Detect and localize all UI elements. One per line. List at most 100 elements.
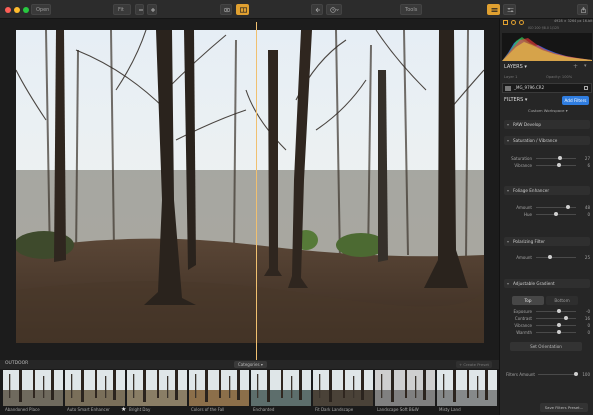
gradient-slider-track[interactable] xyxy=(536,318,576,319)
gradient-slider-track[interactable] xyxy=(536,311,576,312)
gradient-slider-value[interactable]: -0 xyxy=(576,308,590,315)
gradient-slider-label: Contrast xyxy=(514,316,532,321)
set-orientation-button[interactable]: Set Orientation xyxy=(510,342,582,351)
foliage-amount-track[interactable] xyxy=(536,207,576,208)
preset-thumbnail[interactable] xyxy=(313,370,373,406)
preset-thumbnail[interactable] xyxy=(65,370,125,406)
minimize-window-button[interactable] xyxy=(14,7,20,13)
preset-thumbnail[interactable] xyxy=(127,370,187,406)
preset-thumbnail[interactable] xyxy=(3,370,63,406)
foliage-hue-slider[interactable]: Hue 0 xyxy=(504,211,590,218)
filmstrip-header: OUTDOOR Categories ▾ + Create Preset xyxy=(0,360,499,369)
zoom-window-button[interactable] xyxy=(23,7,29,13)
zoom-label: Fit xyxy=(118,7,124,13)
layer-row[interactable]: _MG_9796.CR2 xyxy=(502,83,592,93)
filters-amount-track[interactable] xyxy=(538,374,576,375)
favorite-star-icon[interactable]: ★ xyxy=(121,406,126,413)
preset-label: Abandoned Place xyxy=(5,407,40,412)
vibrance-track[interactable] xyxy=(536,165,576,166)
polarizing-amount-value[interactable]: 25 xyxy=(576,254,590,261)
layers-panel-toggle[interactable] xyxy=(487,4,500,15)
undo-button[interactable] xyxy=(311,4,323,15)
preset-thumbnail[interactable] xyxy=(251,370,311,406)
filter-foliage-enhancer[interactable]: Foliage Enhancer xyxy=(504,186,590,195)
gradient-slider[interactable]: Exposure -0 xyxy=(504,308,590,315)
info-icon[interactable] xyxy=(511,20,516,25)
preset-thumbnail[interactable] xyxy=(437,370,497,406)
gradient-slider-value[interactable]: 0 xyxy=(576,322,590,329)
gradient-slider-knob[interactable] xyxy=(557,330,561,334)
foliage-amount-knob[interactable] xyxy=(566,205,570,209)
saturation-value[interactable]: 27 xyxy=(576,155,590,162)
gradient-slider-track[interactable] xyxy=(536,325,576,326)
add-filters-button[interactable]: Add Filters xyxy=(562,96,589,105)
filter-raw-develop[interactable]: RAW Develop xyxy=(504,120,590,129)
filter-polarizing[interactable]: Polarizing Filter xyxy=(504,237,590,246)
share-button[interactable] xyxy=(577,4,588,15)
open-button[interactable]: Open ▾ xyxy=(31,4,51,24)
vibrance-slider[interactable]: Vibrance 6 xyxy=(504,162,590,169)
workspace-select[interactable]: Custom Workspace ▾ xyxy=(528,108,568,113)
filter-adjustable-gradient[interactable]: Adjustable Gradient xyxy=(504,279,590,288)
vibrance-label: Vibrance xyxy=(514,163,532,168)
saturation-track[interactable] xyxy=(536,158,576,159)
gradient-slider-value[interactable]: 0 xyxy=(576,329,590,336)
layer-menu-icon[interactable]: ▾ xyxy=(584,63,587,69)
gradient-tab-bottom[interactable]: Bottom xyxy=(546,296,578,305)
zoom-out-button[interactable] xyxy=(135,4,144,15)
close-window-button[interactable] xyxy=(5,7,11,13)
gradient-slider-knob[interactable] xyxy=(557,323,561,327)
lock-icon[interactable] xyxy=(584,86,588,90)
add-layer-icon[interactable]: + xyxy=(573,63,578,70)
foliage-hue-value[interactable]: 0 xyxy=(576,211,590,218)
history-button[interactable] xyxy=(326,4,342,15)
tools-label: Tools xyxy=(405,7,418,13)
settings-icon[interactable] xyxy=(519,20,524,25)
polarizing-amount-knob[interactable] xyxy=(548,255,552,259)
gradient-slider-track[interactable] xyxy=(536,332,576,333)
preset-thumbnail[interactable] xyxy=(189,370,249,406)
zoom-in-button[interactable] xyxy=(147,4,157,15)
preset-filmstrip: Abandoned Place Auto Smart Enhancer ★ Brigh… xyxy=(0,369,499,415)
share-icon xyxy=(581,7,586,13)
gradient-slider[interactable]: Contrast 16 xyxy=(504,315,590,322)
filters-amount-value[interactable]: 100 xyxy=(576,371,590,378)
preset-thumbnail[interactable] xyxy=(375,370,435,406)
polarizing-amount-track[interactable] xyxy=(536,257,576,258)
opacity-control[interactable]: Opacity: 100% xyxy=(546,75,572,79)
vibrance-knob[interactable] xyxy=(557,163,561,167)
categories-button[interactable]: Categories ▾ xyxy=(234,361,267,368)
split-view-button[interactable] xyxy=(236,4,249,15)
create-preset-button[interactable]: + Create Preset xyxy=(456,361,493,368)
filter-saturation-vibrance[interactable]: Saturation / Vibrance xyxy=(504,136,590,145)
foliage-hue-knob[interactable] xyxy=(554,212,558,216)
saturation-knob[interactable] xyxy=(558,156,562,160)
foliage-amount-slider[interactable]: Amount 48 xyxy=(504,204,590,211)
workspace-label: Custom Workspace xyxy=(528,108,565,113)
polarizing-amount-slider[interactable]: Amount 25 xyxy=(504,254,590,261)
vibrance-value[interactable]: 6 xyxy=(576,162,590,169)
tools-button[interactable]: Tools ▾ xyxy=(400,4,422,24)
gradient-slider-knob[interactable] xyxy=(564,316,568,320)
preset-label: Bright Day xyxy=(129,407,151,412)
preset-category-title: OUTDOOR xyxy=(5,361,29,366)
foliage-amount-value[interactable]: 48 xyxy=(576,204,590,211)
preset-label: Landscape Soft B&W xyxy=(377,407,419,412)
gradient-slider-knob[interactable] xyxy=(557,309,561,313)
saturation-slider[interactable]: Saturation 27 xyxy=(504,155,590,162)
gradient-tab-top[interactable]: Top xyxy=(512,296,544,305)
forest-photo-image xyxy=(16,30,484,343)
filters-amount-slider[interactable]: Filters Amount 100 xyxy=(504,371,590,378)
forest-photo[interactable] xyxy=(16,30,484,343)
split-view-icon xyxy=(240,7,247,13)
gradient-slider[interactable]: Vibrance 0 xyxy=(504,322,590,329)
adjustments-toggle[interactable] xyxy=(503,4,516,15)
gradient-slider[interactable]: Warmth 0 xyxy=(504,329,590,336)
before-after-divider[interactable] xyxy=(256,22,257,360)
save-filters-preset-button[interactable]: Save Filters Preset... xyxy=(540,403,588,412)
preset-thumbnail-image xyxy=(189,370,249,406)
image-icon[interactable] xyxy=(503,20,508,25)
view-mode-button[interactable] xyxy=(220,4,232,15)
gradient-slider-value[interactable]: 16 xyxy=(576,315,590,322)
zoom-select[interactable]: Fit ▾ xyxy=(113,4,131,24)
